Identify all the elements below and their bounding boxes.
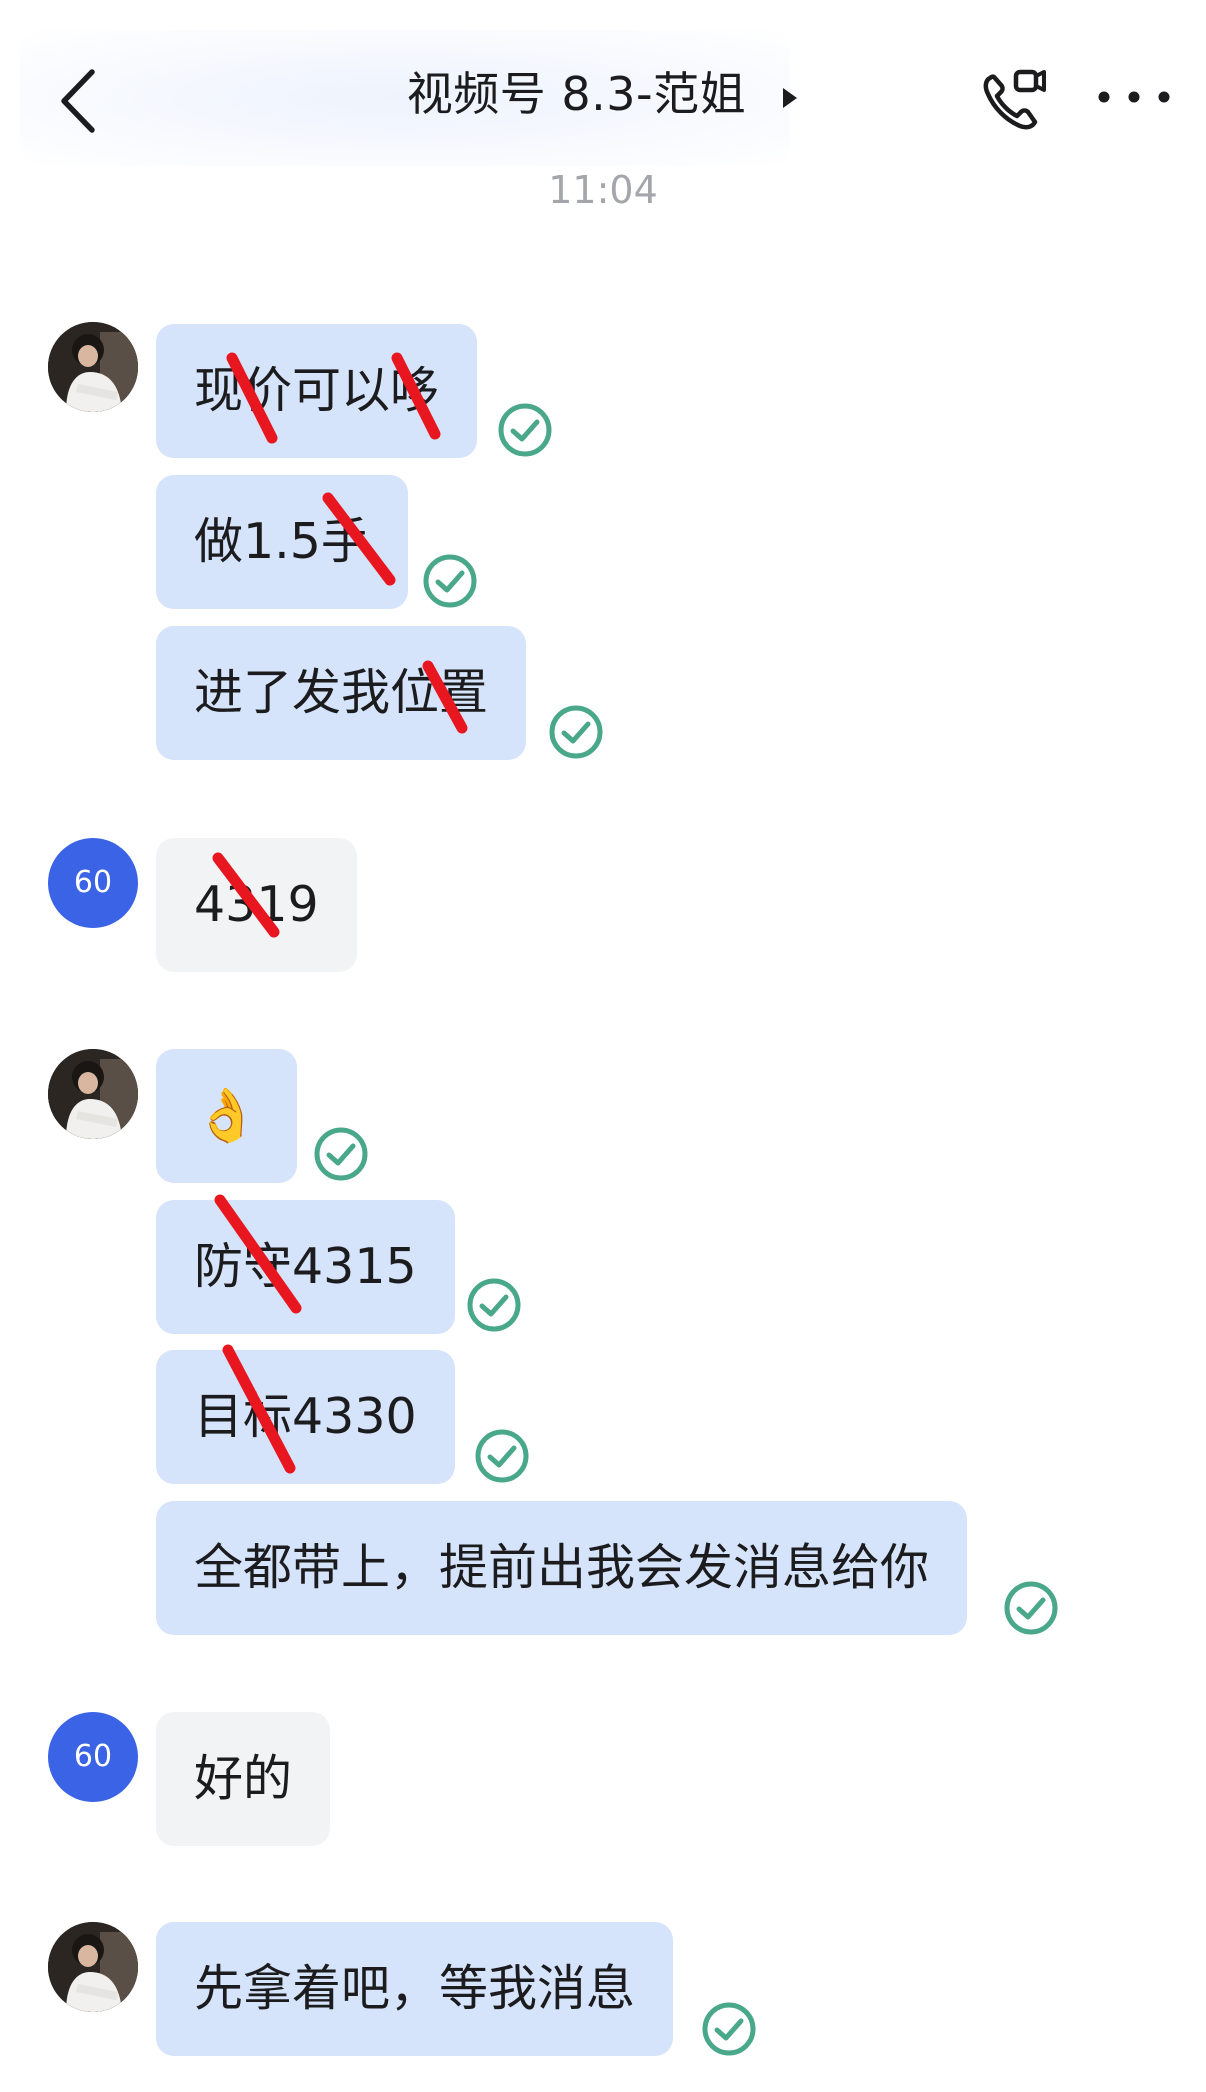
avatar-photo	[48, 1049, 138, 1139]
avatar-photo	[48, 322, 138, 412]
timestamp: 11:04	[548, 168, 658, 212]
avatar-photo	[48, 1922, 138, 2012]
call-button[interactable]	[976, 62, 1050, 136]
message-bubble[interactable]: 防守4315	[156, 1200, 455, 1334]
message-bubble[interactable]: 现价可以哆	[156, 324, 478, 458]
message-bubble[interactable]: 好的	[156, 1712, 331, 1846]
message-bubble[interactable]: 👌	[156, 1049, 297, 1183]
read-check-icon	[314, 1127, 368, 1181]
read-check-icon	[467, 1278, 521, 1332]
sender-avatar-60[interactable]: 60	[48, 1712, 138, 1802]
message-text: 做1.5手	[194, 513, 370, 570]
chat-title[interactable]: 视频号 8.3-范姐	[407, 58, 800, 124]
back-button[interactable]	[52, 62, 112, 140]
message-bubble[interactable]: 做1.5手	[156, 475, 408, 609]
message-text: 好的	[194, 1750, 293, 1807]
contact-avatar[interactable]	[48, 1049, 138, 1139]
more-dots-icon	[1098, 91, 1170, 103]
read-check-icon	[423, 554, 477, 608]
message-text: 4319	[194, 876, 319, 933]
more-button[interactable]	[1096, 86, 1172, 108]
read-check-icon	[498, 403, 552, 457]
message-bubble[interactable]: 目标4330	[156, 1350, 455, 1484]
message-text: 👌	[194, 1086, 259, 1146]
message-text: 现价可以哆	[194, 362, 440, 419]
message-bubble[interactable]: 全都带上，提前出我会发消息给你	[156, 1501, 968, 1635]
phone-video-icon	[983, 69, 1046, 130]
chevron-left-icon	[61, 69, 95, 133]
contact-avatar[interactable]	[48, 1922, 138, 2012]
message-text: 目标4330	[194, 1388, 417, 1445]
read-check-icon	[702, 2002, 756, 2056]
message-bubble[interactable]: 进了发我位置	[156, 626, 527, 760]
message-bubble[interactable]: 先拿着吧，等我消息	[156, 1922, 674, 2056]
read-check-icon	[475, 1429, 529, 1483]
read-check-icon	[1004, 1581, 1058, 1635]
read-check-icon	[549, 705, 603, 759]
chat-title-text: 视频号 8.3-范姐	[406, 67, 747, 121]
message-text: 全都带上，提前出我会发消息给你	[194, 1539, 930, 1596]
message-text: 进了发我位置	[194, 664, 489, 721]
message-text: 防守4315	[194, 1238, 417, 1295]
caret-right-icon	[783, 87, 798, 108]
contact-avatar[interactable]	[48, 322, 138, 412]
message-bubble[interactable]: 4319	[156, 838, 357, 972]
message-text: 先拿着吧，等我消息	[194, 1960, 636, 2017]
sender-avatar-60[interactable]: 60	[48, 838, 138, 928]
